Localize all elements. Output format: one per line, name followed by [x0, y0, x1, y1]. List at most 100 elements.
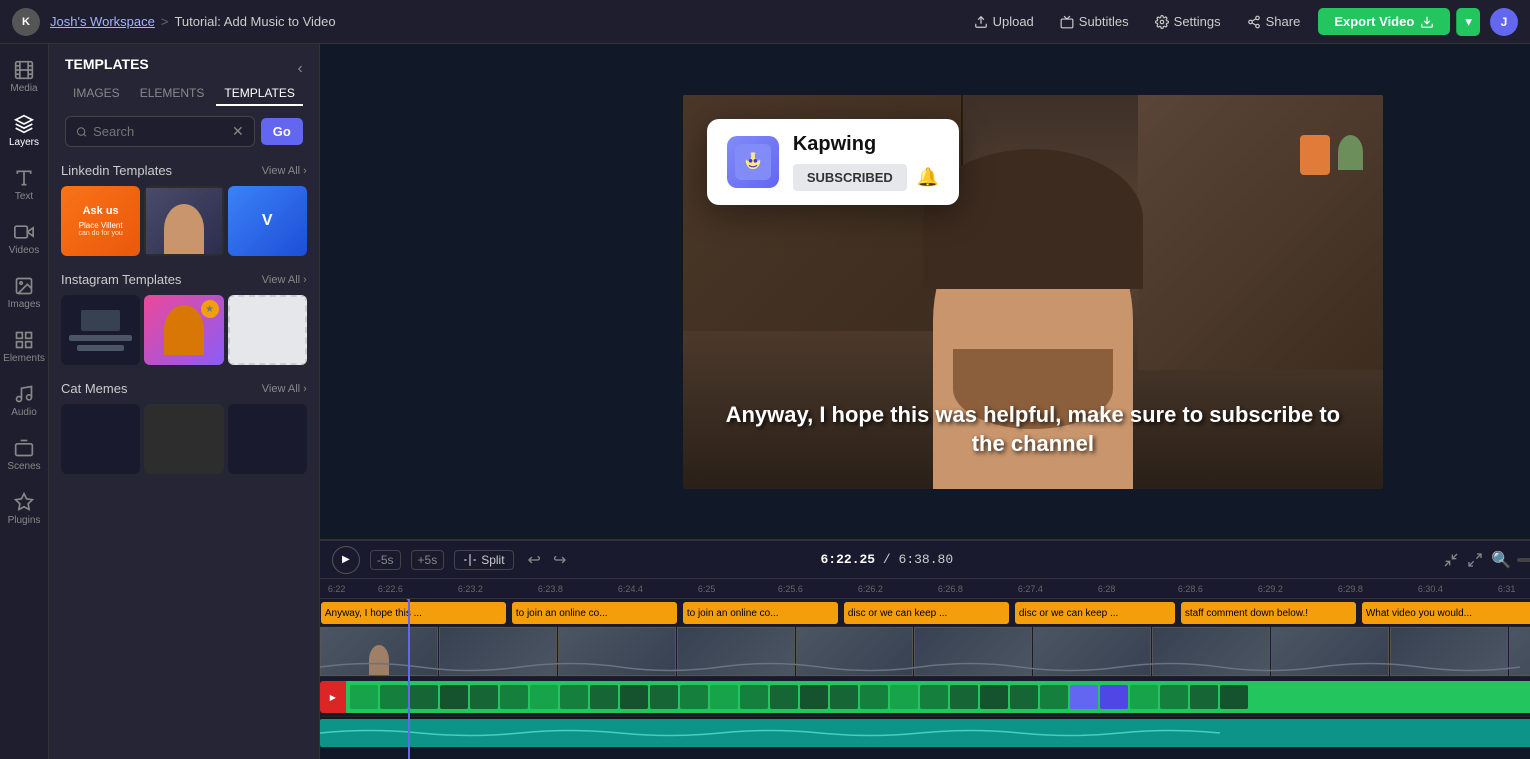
instagram-template-grid: ★	[61, 295, 307, 365]
split-button[interactable]: Split	[454, 550, 513, 570]
linkedin-section-title: Linkedin Templates	[61, 163, 172, 178]
ruler-mark: 6:29.2	[1258, 584, 1338, 594]
template-item[interactable]	[228, 404, 307, 474]
subtitle-segment[interactable]: to join an online co...	[683, 602, 838, 624]
center-area: Kapwing SUBSCRIBED 🔔 Anyway, I hope this…	[320, 44, 1530, 759]
upload-icon	[974, 15, 988, 29]
sidebar-item-elements[interactable]: Elements	[0, 322, 48, 372]
extra-track	[320, 719, 1530, 747]
instagram-view-all[interactable]: View All ›	[262, 274, 307, 286]
expand-icon	[1467, 552, 1483, 568]
template-item[interactable]	[144, 404, 223, 474]
settings-label: Settings	[1174, 14, 1221, 29]
linkedin-template-grid: Ask us Place Villent can do for you	[61, 186, 307, 256]
sidebar-icons: Media Layers Text Videos Images Elements…	[0, 44, 49, 759]
subscribed-button[interactable]: SUBSCRIBED	[793, 164, 907, 191]
search-clear-button[interactable]: ✕	[232, 123, 244, 140]
timeline-track-area: Anyway, I hope this ... to join an onlin…	[320, 599, 1530, 759]
video-frame: Kapwing SUBSCRIBED 🔔 Anyway, I hope this…	[683, 95, 1383, 489]
user-avatar[interactable]: J	[1490, 8, 1518, 36]
ruler-mark: 6:31	[1498, 584, 1530, 594]
go-button[interactable]: Go	[261, 118, 303, 145]
settings-button[interactable]: Settings	[1147, 10, 1229, 33]
template-item[interactable]: V	[228, 186, 307, 256]
template-item[interactable]	[61, 295, 140, 365]
sidebar-item-scenes[interactable]: Scenes	[0, 430, 48, 480]
export-button[interactable]: Export Video	[1318, 8, 1450, 35]
sidebar-media-label: Media	[10, 83, 37, 94]
notif-actions: SUBSCRIBED 🔔	[793, 164, 939, 191]
app-logo: K	[12, 8, 40, 36]
tab-templates[interactable]: TEMPLATES	[216, 82, 302, 106]
share-label: Share	[1266, 14, 1301, 29]
template-item[interactable]	[228, 295, 307, 365]
zoom-slider[interactable]	[1517, 558, 1530, 562]
zoom-controls: 🔍 ⊕	[1491, 550, 1530, 570]
sidebar-images-label: Images	[8, 299, 41, 310]
sidebar-plugins-label: Plugins	[8, 515, 41, 526]
sidebar-item-images[interactable]: Images	[0, 268, 48, 318]
audio-icon	[14, 384, 34, 404]
tab-elements[interactable]: ELEMENTS	[132, 82, 213, 106]
main-layout: Media Layers Text Videos Images Elements…	[0, 44, 1530, 759]
share-icon	[1247, 15, 1261, 29]
export-dropdown-button[interactable]: ▾	[1456, 8, 1480, 36]
minus5-button[interactable]: -5s	[370, 550, 401, 570]
notif-icon	[727, 136, 779, 188]
topbar: K Josh's Workspace > Tutorial: Add Music…	[0, 0, 1530, 44]
template-item[interactable]	[144, 186, 223, 256]
sidebar-item-media[interactable]: Media	[0, 52, 48, 102]
subtitle-segment[interactable]: disc or we can keep ...	[844, 602, 1009, 624]
ruler-mark: 6:28	[1098, 584, 1178, 594]
subtitles-button[interactable]: Subtitles	[1052, 10, 1137, 33]
play-button[interactable]: ▶	[332, 546, 360, 574]
subtitle-segment[interactable]: to join an online co...	[512, 602, 677, 624]
tab-images[interactable]: IMAGES	[65, 82, 128, 106]
ruler-mark: 6:29.8	[1338, 584, 1418, 594]
subtitle-track: Anyway, I hope this ... to join an onlin…	[320, 599, 1530, 627]
cat-memes-view-all[interactable]: View All ›	[262, 383, 307, 395]
ruler-mark: 6:23.8	[538, 584, 618, 594]
sidebar-item-audio[interactable]: Audio	[0, 376, 48, 426]
collapse-panel-button[interactable]: ‹	[298, 60, 303, 78]
sidebar-item-videos[interactable]: Videos	[0, 214, 48, 264]
subtitle-segment[interactable]: staff comment down below.!	[1181, 602, 1356, 624]
instagram-section-header: Instagram Templates View All ›	[61, 272, 307, 287]
subtitle-segment[interactable]: disc or we can keep ...	[1015, 602, 1175, 624]
split-icon	[463, 553, 477, 567]
linkedin-view-all[interactable]: View All ›	[262, 165, 307, 177]
cat-memes-grid	[61, 404, 307, 474]
undo-button[interactable]: ↩	[524, 548, 545, 572]
subtitle-segment[interactable]: What video you would...	[1362, 602, 1530, 624]
search-input[interactable]	[93, 124, 226, 139]
template-item[interactable]	[61, 404, 140, 474]
ruler-mark: 6:22	[328, 584, 378, 594]
workspace-link[interactable]: Josh's Workspace	[50, 14, 155, 29]
share-button[interactable]: Share	[1239, 10, 1309, 33]
notif-content: Kapwing SUBSCRIBED 🔔	[793, 133, 939, 191]
playhead	[408, 599, 410, 759]
cat-memes-title: Cat Memes	[61, 381, 127, 396]
zoom-out-icon[interactable]: 🔍	[1491, 550, 1511, 570]
sidebar-item-layers[interactable]: Layers	[0, 106, 48, 156]
left-panel: TEMPLATES ‹ IMAGES ELEMENTS TEMPLATES ✕ …	[49, 44, 320, 759]
upload-label: Upload	[993, 14, 1034, 29]
upload-button[interactable]: Upload	[966, 10, 1042, 33]
notification-card: Kapwing SUBSCRIBED 🔔	[707, 119, 959, 205]
export-icon	[1420, 15, 1434, 29]
subtitle-segment[interactable]: Anyway, I hope this ...	[321, 602, 506, 624]
template-item[interactable]: ★	[144, 295, 223, 365]
video-track	[320, 627, 1530, 677]
redo-button[interactable]: ↪	[549, 548, 570, 572]
bell-icon[interactable]: 🔔	[917, 167, 939, 188]
sidebar-item-plugins[interactable]: Plugins	[0, 484, 48, 534]
plus5-button[interactable]: +5s	[411, 550, 445, 570]
ruler-mark: 6:26.2	[858, 584, 938, 594]
sidebar-item-text[interactable]: Text	[0, 160, 48, 210]
ruler-mark: 6:30.4	[1418, 584, 1498, 594]
search-input-wrap: ✕	[65, 116, 255, 147]
linkedin-templates-section: Linkedin Templates View All › Ask us Pla…	[61, 163, 307, 256]
template-item[interactable]: Ask us Place Villent can do for you	[61, 186, 140, 256]
time-sep: /	[883, 552, 899, 567]
images-icon	[14, 276, 34, 296]
